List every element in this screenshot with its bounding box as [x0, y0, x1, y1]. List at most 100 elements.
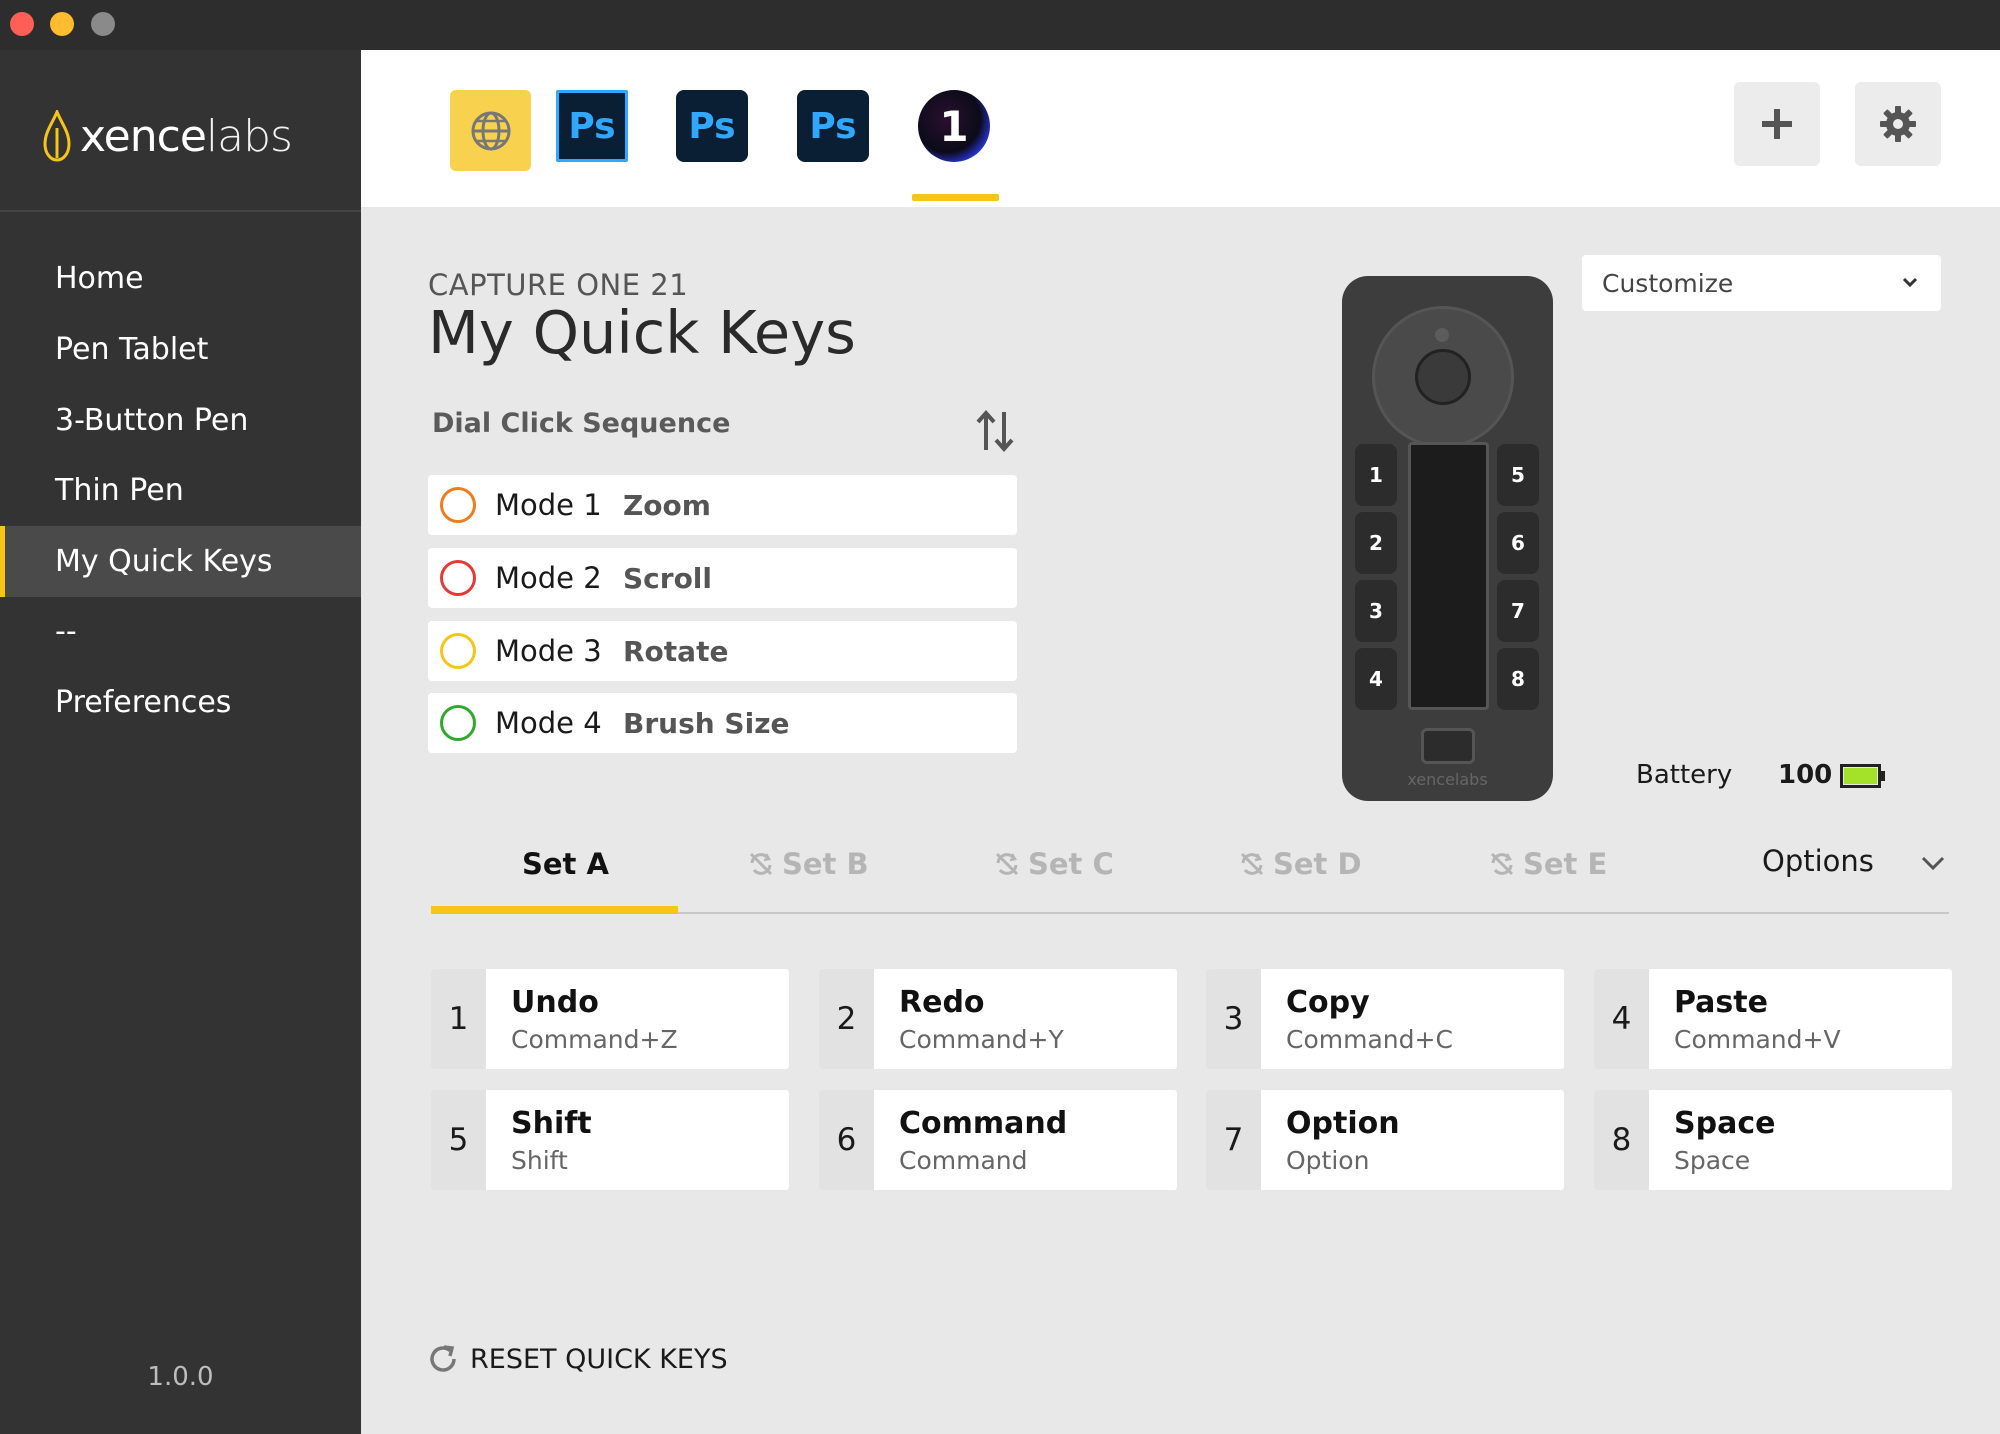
- key-action-name: Paste: [1674, 985, 1768, 1020]
- dial-mode-row-4[interactable]: Mode 4 Brush Size: [428, 693, 1017, 753]
- device-key-5: 5: [1497, 444, 1539, 506]
- key-shortcut: Command+Y: [899, 1025, 1064, 1054]
- dial-center-button: [1415, 349, 1471, 405]
- tab-set-b[interactable]: Set B: [748, 844, 869, 884]
- device-brand-label: xencelabs: [1407, 770, 1488, 789]
- mode-color-ring: [440, 560, 476, 596]
- app-photoshop-tab-3[interactable]: Ps: [797, 90, 869, 162]
- globe-icon: [471, 111, 510, 150]
- key-shortcut: Command+V: [1674, 1025, 1841, 1054]
- app-capture-one-tab[interactable]: 1: [918, 90, 990, 162]
- key-number: 4: [1594, 969, 1649, 1069]
- flame-logo-icon: [43, 110, 71, 162]
- device-oled-screen: [1408, 442, 1489, 710]
- sidebar-item-my-quick-keys[interactable]: My Quick Keys: [0, 526, 361, 597]
- key-action-name: Redo: [899, 985, 985, 1020]
- sync-disabled-icon: [749, 852, 773, 876]
- active-tab-indicator: [431, 906, 678, 914]
- mode-action: Rotate: [623, 634, 729, 668]
- close-window-button[interactable]: [10, 12, 34, 36]
- key-shortcut: Command+Z: [511, 1025, 678, 1054]
- mode-name: Mode 2: [495, 561, 602, 595]
- mode-name: Mode 1: [495, 488, 602, 522]
- quick-key-card-7[interactable]: 7 Option Option: [1206, 1090, 1564, 1190]
- reset-quick-keys-button[interactable]: RESET QUICK KEYS: [426, 1342, 728, 1376]
- tab-set-c[interactable]: Set C: [994, 844, 1114, 884]
- app-all-applications-tab[interactable]: [450, 90, 531, 171]
- key-action-name: Option: [1286, 1106, 1400, 1141]
- page-title: My Quick Keys: [428, 298, 856, 367]
- key-shortcut: Command+C: [1286, 1025, 1453, 1054]
- quick-key-card-5[interactable]: 5 Shift Shift: [431, 1090, 789, 1190]
- mode-name: Mode 3: [495, 634, 602, 668]
- quick-keys-remote-illustration: 1 2 3 4 5 6 7 8 xencelabs: [1342, 276, 1553, 801]
- selected-app-indicator: [912, 194, 999, 201]
- minimize-window-button[interactable]: [50, 12, 74, 36]
- dial-mode-row-2[interactable]: Mode 2 Scroll: [428, 548, 1017, 608]
- sidebar-item-preferences[interactable]: Preferences: [0, 667, 361, 738]
- sync-disabled-icon: [995, 852, 1019, 876]
- mode-color-ring: [440, 705, 476, 741]
- sidebar-item-3-button-pen[interactable]: 3-Button Pen: [0, 385, 361, 456]
- key-shortcut: Space: [1674, 1146, 1751, 1175]
- key-number: 2: [819, 969, 874, 1069]
- key-number: 8: [1594, 1090, 1649, 1190]
- key-number: 1: [431, 969, 486, 1069]
- customize-dropdown[interactable]: Customize: [1582, 255, 1941, 311]
- sidebar-item-thin-pen[interactable]: Thin Pen: [0, 455, 361, 526]
- device-set-button: [1421, 728, 1475, 764]
- photoshop-icon: Ps: [568, 105, 616, 147]
- photoshop-icon: Ps: [688, 105, 736, 147]
- dial-mode-row-1[interactable]: Mode 1 Zoom: [428, 475, 1017, 535]
- settings-button[interactable]: [1855, 82, 1941, 166]
- xencelabs-logo: xencelabs: [42, 106, 293, 166]
- key-action-name: Command: [899, 1106, 1068, 1141]
- tab-set-a[interactable]: Set A: [522, 844, 609, 884]
- quick-key-card-2[interactable]: 2 Redo Command+Y: [819, 969, 1177, 1069]
- tab-set-e[interactable]: Set E: [1489, 844, 1607, 884]
- app-photoshop-tab-2[interactable]: Ps: [676, 90, 748, 162]
- device-key-3: 3: [1355, 580, 1397, 642]
- sync-disabled-icon: [1490, 852, 1514, 876]
- dial-mode-row-3[interactable]: Mode 3 Rotate: [428, 621, 1017, 681]
- mode-action: Brush Size: [623, 706, 790, 740]
- reorder-sort-icon[interactable]: [974, 408, 1018, 454]
- chevron-down-icon: [1902, 277, 1918, 288]
- battery-label: Battery: [1636, 760, 1733, 790]
- options-menu[interactable]: Options: [1762, 844, 1874, 878]
- device-key-8: 8: [1497, 648, 1539, 710]
- tab-set-d[interactable]: Set D: [1239, 844, 1362, 884]
- battery-icon: [1840, 764, 1885, 788]
- mode-color-ring: [440, 487, 476, 523]
- key-shortcut: Command: [899, 1146, 1028, 1175]
- quick-key-card-6[interactable]: 6 Command Command: [819, 1090, 1177, 1190]
- chevron-down-icon[interactable]: [1918, 852, 1948, 876]
- add-application-button[interactable]: [1734, 82, 1820, 166]
- device-key-6: 6: [1497, 512, 1539, 574]
- key-shortcut: Shift: [511, 1146, 568, 1175]
- key-action-name: Undo: [511, 985, 599, 1020]
- sidebar-item-home[interactable]: Home: [0, 243, 361, 314]
- key-action-name: Shift: [511, 1106, 592, 1141]
- mode-color-ring: [440, 633, 476, 669]
- title-bar: [0, 0, 2000, 50]
- quick-key-card-4[interactable]: 4 Paste Command+V: [1594, 969, 1952, 1069]
- quick-key-card-1[interactable]: 1 Undo Command+Z: [431, 969, 789, 1069]
- key-action-name: Space: [1674, 1106, 1776, 1141]
- sync-disabled-icon: [1240, 852, 1264, 876]
- sidebar-item-separator[interactable]: --: [0, 596, 361, 667]
- dial-click-sequence-label: Dial Click Sequence: [432, 408, 731, 439]
- sidebar: xencelabs Home Pen Tablet 3-Button Pen T…: [0, 50, 361, 1434]
- customize-selected-value: Customize: [1602, 268, 1734, 298]
- quick-key-card-3[interactable]: 3 Copy Command+C: [1206, 969, 1564, 1069]
- quick-key-card-8[interactable]: 8 Space Space: [1594, 1090, 1952, 1190]
- dial-wheel: [1372, 306, 1514, 448]
- key-number: 6: [819, 1090, 874, 1190]
- key-number: 3: [1206, 969, 1261, 1069]
- app-photoshop-tab-1[interactable]: Ps: [556, 90, 628, 162]
- sidebar-item-pen-tablet[interactable]: Pen Tablet: [0, 314, 361, 385]
- dial-indicator: [1435, 328, 1449, 342]
- key-number: 5: [431, 1090, 486, 1190]
- zoom-window-button[interactable]: [91, 12, 115, 36]
- key-number: 7: [1206, 1090, 1261, 1190]
